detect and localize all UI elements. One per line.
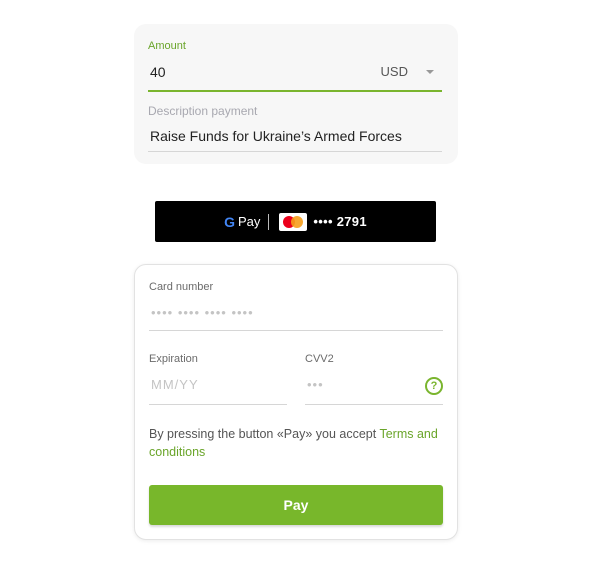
cvv-field[interactable]: CVV2 ••• ?: [305, 353, 443, 405]
cvv-input[interactable]: •••: [307, 377, 324, 392]
terms-prefix: By pressing the button «Pay» you accept: [149, 427, 380, 441]
card-number-label: Card number: [149, 281, 214, 293]
expiration-input[interactable]: MM/YY: [151, 377, 199, 392]
google-g-icon: G: [224, 213, 236, 230]
donation-details-card: Amount 40 USD Description payment Raise …: [134, 24, 458, 164]
help-icon[interactable]: ?: [425, 377, 443, 395]
google-pay-button[interactable]: G Pay •••• 2791: [155, 201, 436, 242]
card-payment-form: Card number •••• •••• •••• •••• Expirati…: [134, 264, 458, 540]
description-label: Description payment: [148, 104, 258, 118]
card-last-digits: •••• 2791: [313, 214, 367, 229]
chevron-down-icon[interactable]: [426, 70, 434, 74]
terms-text: By pressing the button «Pay» you accept …: [149, 425, 443, 461]
currency-value: USD: [380, 64, 408, 79]
amount-label: Amount: [148, 40, 186, 52]
pay-button[interactable]: Pay: [149, 485, 443, 525]
amount-field[interactable]: Amount 40 USD: [148, 40, 442, 92]
card-number-field[interactable]: Card number •••• •••• •••• ••••: [149, 281, 443, 331]
description-field: Description payment Raise Funds for Ukra…: [148, 104, 442, 152]
expiration-field[interactable]: Expiration MM/YY: [149, 353, 287, 405]
expiration-label: Expiration: [149, 353, 198, 365]
mastercard-icon: [279, 212, 308, 231]
gpay-pay-text: Pay: [238, 214, 261, 229]
amount-input[interactable]: 40: [150, 64, 166, 80]
card-number-input[interactable]: •••• •••• •••• ••••: [151, 305, 254, 320]
description-value: Raise Funds for Ukraine’s Armed Forces: [150, 128, 402, 144]
cvv-label: CVV2: [305, 353, 334, 365]
currency-select[interactable]: USD: [381, 64, 434, 79]
gpay-divider: [268, 213, 270, 230]
